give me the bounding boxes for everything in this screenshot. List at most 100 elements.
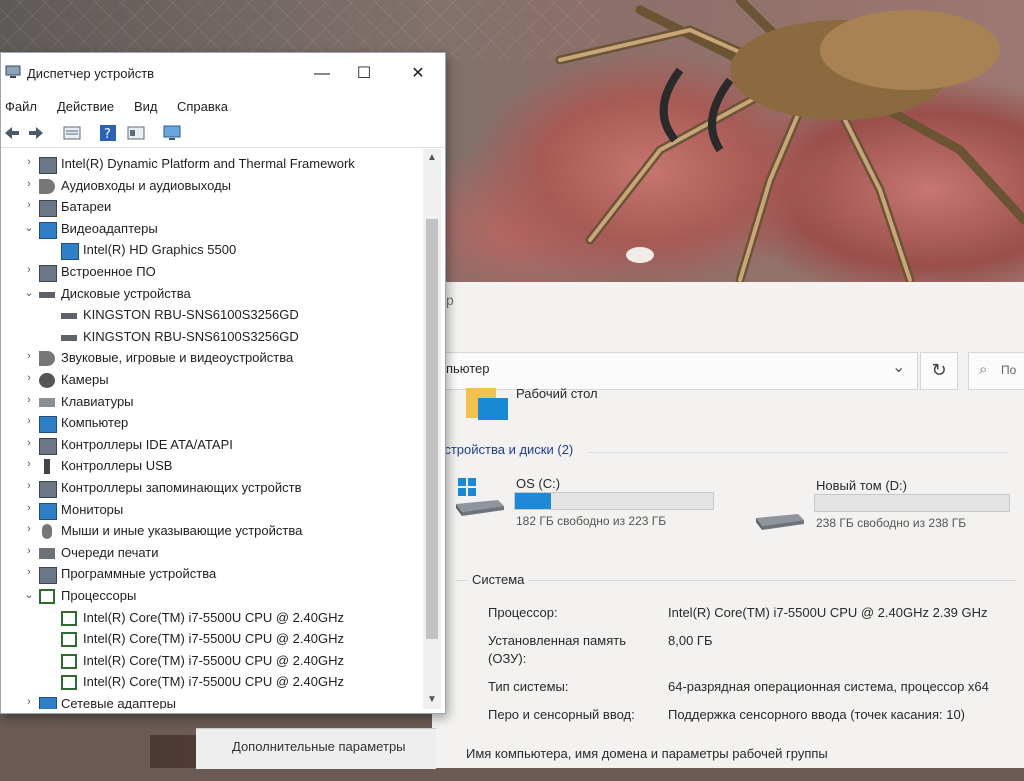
menu-bar: Файл Действие Вид Справка [1,97,445,119]
device-tree[interactable]: › Intel(R) Dynamic Platform and Thermal F… [1,149,421,709]
tree-node-label: Сетевые адаптеры [61,696,177,709]
printer-icon [39,547,55,559]
view-icon[interactable] [127,124,145,142]
chevron-right-icon[interactable]: › [23,264,35,276]
drive-d[interactable]: Новый том (D:) 238 ГБ свободно из 238 ГБ [754,478,1024,534]
tree-node-label: KINGSTON RBU-SNS6100S3256GD [83,307,299,323]
minimize-button[interactable]: — [299,59,345,89]
tree-node-label: Intel(R) Core(TM) i7-5500U CPU @ 2.40GHz [83,652,344,668]
tree-node-label: Intel(R) Core(TM) i7-5500U CPU @ 2.40GHz [83,631,344,647]
tree-node-label: Звуковые, игровые и видеоустройства [61,350,294,366]
tree-node-label: Intel(R) Dynamic Platform and Thermal Fr… [61,156,355,171]
tree-node-label: Батареи [61,199,112,215]
mouse-icon [42,524,52,540]
advanced-settings-strip[interactable]: Дополнительные параметры [196,728,436,769]
cpu-icon [61,675,77,691]
tree-scrollbar[interactable]: ▲ ▼ [423,149,441,709]
scroll-down-icon[interactable]: ▼ [423,691,441,709]
scan-hardware-icon[interactable] [163,124,181,142]
scroll-up-icon[interactable]: ▲ [423,149,441,167]
help-icon[interactable]: ? [99,124,117,142]
tree-node-label: Контроллеры запоминающих устройств [61,480,302,495]
chevron-right-icon[interactable]: › [23,696,35,708]
explorer-window: р мпьютер ⌄ ↻ ⌕ По Рабочий стол устройст… [428,282,1024,768]
desktop-folder-icon[interactable] [462,382,510,426]
search-box[interactable]: ⌕ По [968,352,1024,390]
devices-section-title[interactable]: устройства и диски (2) [438,442,573,457]
chevron-down-icon[interactable]: ⌄ [23,286,35,299]
system-caption: Система [468,572,529,587]
tree-node-label: Компьютер [61,415,129,431]
chevron-right-icon[interactable]: › [23,350,35,362]
chevron-right-icon[interactable]: › [23,545,35,557]
refresh-button[interactable]: ↻ [920,352,958,390]
maximize-button[interactable]: ☐ [341,59,387,89]
chevron-right-icon[interactable]: › [23,523,35,535]
chip-icon [39,157,57,174]
tree-node-label: Intel(R) Core(TM) i7-5500U CPU @ 2.40GHz [83,609,344,625]
chevron-down-icon[interactable]: ⌄ [23,588,35,601]
tree-node-label: Видеоадаптеры [61,220,158,236]
chevron-right-icon[interactable]: › [23,437,35,449]
battery-icon [39,200,57,218]
refresh-icon: ↻ [931,360,947,380]
drive-d-name: Новый том (D:) [816,478,907,493]
menu-action[interactable]: Действие [57,99,114,114]
cpu-icon [61,610,77,626]
drive-d-usage-bar [814,494,1010,512]
drive-icon [756,514,804,530]
pen-touch-value: Поддержка сенсорного ввода (точек касани… [668,707,966,722]
chevron-right-icon[interactable]: › [23,566,35,578]
chevron-down-icon[interactable]: ⌄ [23,221,35,234]
memory-value: 8,00 ГБ [668,633,713,648]
chevron-right-icon[interactable]: › [23,178,35,190]
chevron-right-icon[interactable]: › [23,394,35,406]
tree-node-label: Мыши и иные указывающие устройства [61,523,303,539]
wallpaper-spider-illustration [555,0,1024,285]
monitor-icon [39,416,57,434]
computer-name-section-title: Имя компьютера, имя домена и параметры р… [466,746,828,761]
memory-label-suffix: (ОЗУ): [488,651,527,666]
speaker-icon [39,351,55,367]
drive-c[interactable]: OS (C:) 182 ГБ свободно из 223 ГБ [454,476,734,532]
chevron-right-icon[interactable]: › [23,458,35,470]
tree-node-label: Аудиовходы и аудиовыходы [61,177,231,193]
chevron-right-icon[interactable]: › [23,199,35,211]
chevron-right-icon[interactable]: › [23,372,35,384]
advanced-settings-link[interactable]: Дополнительные параметры [232,739,406,754]
drive-d-free-text: 238 ГБ свободно из 238 ГБ [816,516,967,530]
close-button[interactable]: ✕ [395,59,441,89]
tree-node-label: Контроллеры USB [61,458,173,474]
menu-file[interactable]: Файл [5,99,37,114]
chevron-right-icon[interactable]: › [23,502,35,514]
chevron-right-icon[interactable]: › [23,480,35,492]
title-bar[interactable]: Диспетчер устройств — ☐ ✕ [1,53,445,95]
monitor-icon [61,243,79,261]
properties-icon[interactable] [63,124,81,142]
processor-value: Intel(R) Core(TM) i7-5500U CPU @ 2.40GHz… [668,605,988,620]
forward-arrow-icon[interactable] [27,124,45,142]
tree-node-label: Мониторы [61,501,124,517]
chip-icon [39,567,57,585]
tree-node-label: Камеры [61,372,109,387]
window-title: Диспетчер устройств [27,66,155,81]
keyboard-icon [39,397,55,407]
tree-node-label: Процессоры [61,588,137,603]
tree-node-label: Контроллеры IDE ATA/ATAPI [61,436,233,452]
scrollbar-thumb[interactable] [426,219,438,639]
desktop-item-label[interactable]: Рабочий стол [516,386,598,401]
system-type-label: Тип системы: [488,679,569,694]
windows-drive-icon [456,478,504,516]
svg-text:?: ? [104,127,111,142]
menu-help[interactable]: Справка [177,99,228,114]
menu-view[interactable]: Вид [134,99,158,114]
chevron-down-icon[interactable]: ⌄ [892,357,905,377]
chevron-right-icon[interactable]: › [23,156,35,168]
device-manager-icon [5,65,21,78]
drive-c-usage-fill [515,493,551,509]
chevron-right-icon[interactable]: › [23,415,35,427]
section-divider [588,452,1008,453]
monitor-icon [39,221,57,239]
usb-icon [44,459,50,475]
back-arrow-icon[interactable] [3,124,21,142]
